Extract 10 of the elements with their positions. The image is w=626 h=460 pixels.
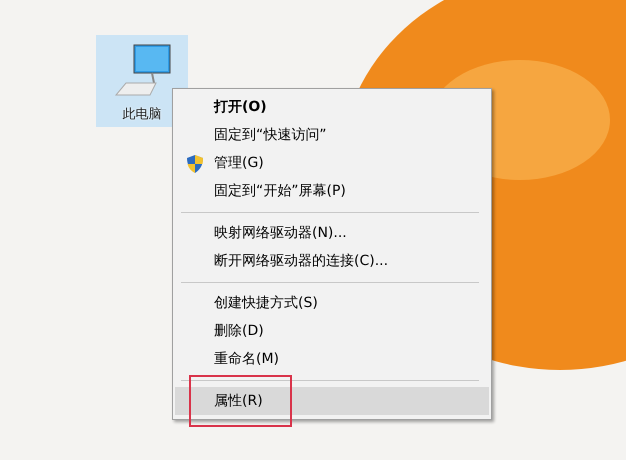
menu-item[interactable]: 固定到“开始”屏幕(P) [175,177,489,205]
menu-item[interactable]: 删除(D) [175,317,489,345]
menu-item[interactable]: 创建快捷方式(S) [175,289,489,317]
menu-item[interactable]: 映射网络驱动器(N)... [175,219,489,247]
icon-label: 此电脑 [122,106,162,123]
menu-item[interactable]: 重命名(M) [175,345,489,373]
menu-item[interactable]: 管理(G) [175,149,489,177]
menu-item[interactable]: 属性(R) [175,387,489,415]
menu-item[interactable]: 断开网络驱动器的连接(C)... [175,247,489,275]
desktop-icon[interactable]: 此电脑 [96,35,188,127]
